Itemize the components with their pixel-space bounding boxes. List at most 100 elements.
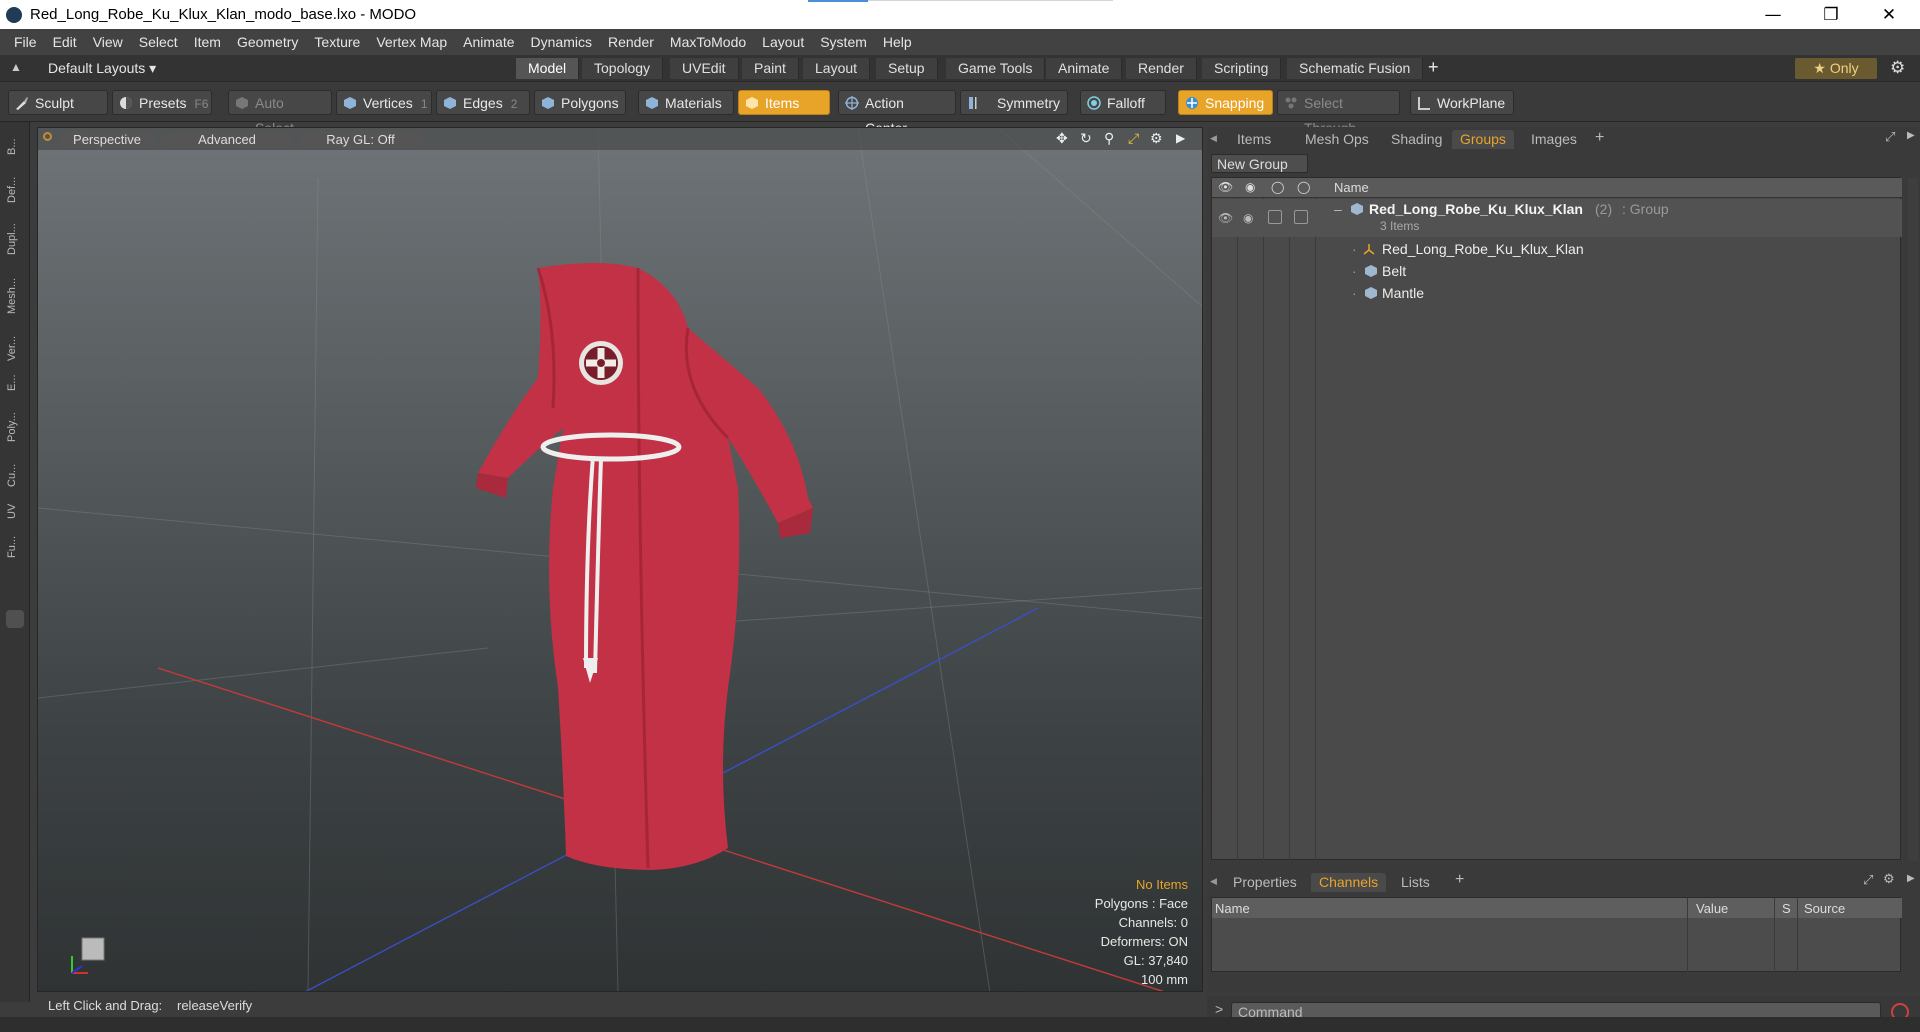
select-through-button[interactable]: Select Through [1277,90,1400,136]
tab-render[interactable]: Render [1126,58,1197,79]
menu-animate[interactable]: Animate [455,34,522,50]
panel-maximize-icon[interactable]: ⤢ [1885,129,1895,145]
viewport-expand-icon[interactable]: ▶ [1176,131,1185,145]
tab-setup[interactable]: Setup [876,58,938,79]
menu-vertex-map[interactable]: Vertex Map [368,34,455,50]
left-tab-fusion[interactable]: Fu... [6,530,24,564]
polygons-button[interactable]: Polygons [534,90,626,115]
left-tab-mesh[interactable]: Mesh... [6,270,24,322]
zoom-view-icon[interactable]: ⚲ [1104,130,1114,147]
snapping-button[interactable]: Snapping [1178,90,1273,115]
rotate-view-icon[interactable]: ↻ [1080,130,1092,147]
close-button[interactable]: ✕ [1860,0,1918,29]
left-tab-duplicate[interactable]: Dupl... [6,218,24,260]
tab-images[interactable]: Images [1523,130,1585,149]
3d-viewport[interactable]: Perspective Advanced Ray GL: Off ✥ ↻ ⚲ ⤢… [37,127,1203,992]
add-bottom-tab-button[interactable]: + [1455,871,1464,889]
group-visibility-eye-icon[interactable]: 👁 [1218,207,1233,229]
left-tab-curve[interactable]: Cu... [6,458,24,492]
left-tab-polygon[interactable]: Poly... [6,402,24,452]
tab-channels[interactable]: Channels [1311,873,1387,892]
visibility-eye-icon[interactable]: 👁 [1218,180,1233,194]
items-button[interactable]: Items [738,90,830,115]
panel-menu-icon[interactable]: ◀ [1210,133,1217,144]
menu-system[interactable]: System [812,34,875,50]
minimize-button[interactable]: — [1744,0,1802,29]
tab-game-tools[interactable]: Game Tools [946,58,1046,79]
groups-scrollbar[interactable] [1908,178,1918,861]
bottom-maximize-icon[interactable]: ⤢ [1863,872,1873,888]
materials-button[interactable]: Materials [638,90,734,115]
group-lock-checkbox[interactable] [1268,210,1282,224]
edges-button[interactable]: Edges 2 [436,90,530,115]
action-center-button[interactable]: Action Center [838,90,956,136]
bottom-settings-icon[interactable]: ⚙ [1883,871,1895,887]
left-tab-deform[interactable]: Def... [6,170,24,210]
tab-uvedit[interactable]: UVEdit [670,58,739,79]
menu-render[interactable]: Render [600,34,662,50]
fit-view-icon[interactable]: ⤢ [1128,130,1139,147]
workplane-button[interactable]: WorkPlane [1410,90,1514,115]
menu-select[interactable]: Select [131,34,186,50]
viewport-settings-icon[interactable]: ⚙ [1150,130,1163,147]
vertices-button[interactable]: Vertices 1 [336,90,432,115]
group-render-icon[interactable]: ◉ [1243,207,1253,229]
default-layouts-dropdown[interactable]: Default Layouts ▾ [48,60,156,77]
presets-button[interactable]: Presets F6 [112,90,212,115]
add-layout-button[interactable]: + [1428,57,1439,78]
perspective-dropdown[interactable]: Perspective [59,131,155,148]
menu-edit[interactable]: Edit [45,34,85,50]
left-tab-basic[interactable]: B... [6,132,24,162]
tab-model[interactable]: Model [516,58,580,79]
tab-groups[interactable]: Groups [1452,130,1514,149]
advanced-dropdown[interactable]: Advanced [161,131,293,148]
group-select-checkbox[interactable] [1294,210,1308,224]
falloff-button[interactable]: Falloff [1080,90,1166,115]
lock-icon[interactable]: ◯ [1271,180,1284,194]
tab-shading[interactable]: Shading [1383,130,1450,149]
menu-dynamics[interactable]: Dynamics [523,34,600,50]
menu-texture[interactable]: Texture [306,34,368,50]
add-tab-button[interactable]: + [1595,129,1604,147]
group-collapse-icon[interactable]: – [1334,198,1342,220]
restore-button[interactable]: ❐ [1802,0,1860,29]
menu-view[interactable]: View [85,34,131,50]
tree-item-robe[interactable]: · Red_Long_Robe_Ku_Klux_Klan [1212,238,1902,260]
tab-mesh-ops[interactable]: Mesh Ops [1297,130,1377,149]
left-tab-edge[interactable]: E... [6,372,24,394]
tab-paint[interactable]: Paint [742,58,799,79]
menu-help[interactable]: Help [875,34,920,50]
menu-layout[interactable]: Layout [754,34,812,50]
tree-item-mantle[interactable]: · Mantle [1212,282,1902,304]
only-toggle[interactable]: ★ Only [1795,58,1877,79]
menu-file[interactable]: File [6,34,45,50]
menu-item[interactable]: Item [186,34,229,50]
tab-lists[interactable]: Lists [1393,873,1438,892]
tree-item-belt[interactable]: · Belt [1212,260,1902,282]
tab-properties[interactable]: Properties [1225,873,1305,892]
left-tab-vertex[interactable]: Ver... [6,330,24,366]
sculpt-button[interactable]: Sculpt [8,90,108,115]
auto-select-button[interactable]: Auto Select [228,90,332,136]
left-strip-toggle[interactable] [6,610,24,628]
tab-layout[interactable]: Layout [803,58,871,79]
left-tab-uv[interactable]: UV [6,500,24,522]
raygl-toggle[interactable]: Ray GL: Off [298,131,423,148]
menu-geometry[interactable]: Geometry [229,34,306,50]
settings-gear-icon[interactable]: ⚙ [1890,58,1905,78]
expand-arrow-icon[interactable]: ▲ [10,61,22,73]
panel-arrow-icon[interactable]: ▶ [1907,130,1915,141]
move-view-icon[interactable]: ✥ [1056,130,1068,147]
tab-animate[interactable]: Animate [1046,58,1123,79]
bottom-arrow-icon[interactable]: ▶ [1907,873,1915,884]
select-icon[interactable]: ◯ [1297,180,1310,194]
symmetry-button[interactable]: Symmetry [960,90,1068,115]
tab-schematic-fusion[interactable]: Schematic Fusion [1287,58,1424,79]
bottom-panel-menu-icon[interactable]: ◀ [1210,876,1217,887]
tab-scripting[interactable]: Scripting [1202,58,1282,79]
render-icon[interactable]: ◉ [1245,180,1255,194]
group-row[interactable]: 👁 ◉ – Red_Long_Robe_Ku_Klux_Klan (2) : G… [1212,199,1902,237]
tab-topology[interactable]: Topology [582,58,664,79]
tab-items[interactable]: Items [1229,130,1279,149]
new-group-button[interactable]: New Group [1211,154,1308,173]
